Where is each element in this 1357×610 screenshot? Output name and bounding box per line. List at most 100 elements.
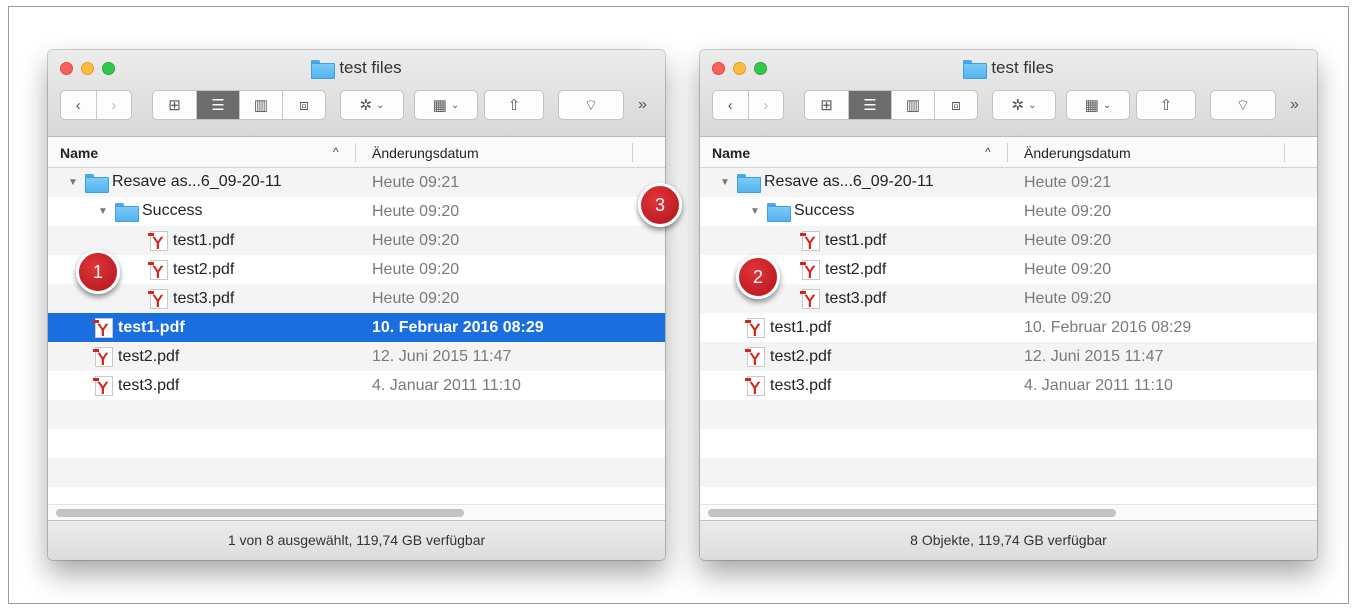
list-item[interactable]: test3.pdf 4. Januar 2011 11:10 xyxy=(700,371,1317,400)
share-button[interactable]: ⇧ xyxy=(1136,90,1196,120)
list-item[interactable]: ▼ Success Heute 09:20 xyxy=(48,197,665,226)
list-item[interactable]: test2.pdf Heute 09:20 xyxy=(700,255,1317,284)
column-header-date[interactable]: Änderungsdatum xyxy=(1024,145,1131,161)
double-chevron-right-icon: » xyxy=(1290,96,1299,113)
list-item[interactable]: test3.pdf 4. Januar 2011 11:10 xyxy=(48,371,665,400)
column-header-name[interactable]: Name xyxy=(60,145,98,161)
cover-flow-button[interactable]: ⧈ xyxy=(935,91,977,119)
list-item-name: test2.pdf xyxy=(128,260,234,280)
folder-icon xyxy=(311,59,336,79)
arrange-button[interactable]: ▦ ⌄ xyxy=(414,90,478,120)
pdf-file-icon xyxy=(148,260,168,280)
pdf-file-icon xyxy=(800,260,820,280)
pdf-file-icon xyxy=(745,376,765,396)
list-item[interactable]: ▼ Success Heute 09:20 xyxy=(700,197,1317,226)
tags-button[interactable]: ⌔ xyxy=(1210,90,1276,120)
title-bar: test files ‹ › ⊞ ☰ ▥ ⧈ ✲ ⌄ ▦ ⌄ ⇧ ⌔ » xyxy=(700,50,1317,137)
column-view-button[interactable]: ▥ xyxy=(240,91,283,119)
list-item-name: ▼ Resave as...6_09-20-11 xyxy=(68,173,282,193)
file-name: test1.pdf xyxy=(825,232,887,249)
list-item[interactable]: test1.pdf 10. Februar 2016 08:29 xyxy=(700,313,1317,342)
list-item-name: test3.pdf xyxy=(68,376,179,396)
icon-view-button[interactable]: ⊞ xyxy=(805,91,849,119)
tags-button[interactable]: ⌔ xyxy=(558,90,624,120)
list-item[interactable]: test2.pdf Heute 09:20 xyxy=(48,255,665,284)
disclosure-triangle-icon[interactable]: ▼ xyxy=(750,206,762,217)
file-list: ▼ Resave as...6_09-20-11 Heute 09:21 ▼ Succe… xyxy=(700,168,1317,504)
column-divider[interactable] xyxy=(1284,143,1285,162)
file-name: test2.pdf xyxy=(825,261,887,278)
list-item[interactable]: ▼ Resave as...6_09-20-11 Heute 09:21 xyxy=(48,168,665,197)
modified-date: Heute 09:20 xyxy=(1024,261,1112,278)
pdf-file-icon xyxy=(800,231,820,251)
column-divider[interactable] xyxy=(355,143,356,162)
chevron-down-icon: ⌄ xyxy=(1028,99,1037,111)
modified-date: Heute 09:20 xyxy=(1024,203,1112,220)
column-view-button[interactable]: ▥ xyxy=(892,91,935,119)
empty-row xyxy=(700,429,1317,458)
modified-date: 4. Januar 2011 11:10 xyxy=(1024,377,1173,394)
pdf-file-icon xyxy=(93,318,113,338)
chevron-left-icon: ‹ xyxy=(727,96,733,114)
modified-date: Heute 09:20 xyxy=(372,203,460,220)
forward-button[interactable]: › xyxy=(749,91,784,119)
share-button[interactable]: ⇧ xyxy=(484,90,544,120)
pdf-file-icon xyxy=(93,376,113,396)
list-item[interactable]: test3.pdf Heute 09:20 xyxy=(48,284,665,313)
list-item[interactable]: test1.pdf 10. Februar 2016 08:29 xyxy=(48,313,665,342)
file-name: test3.pdf xyxy=(825,290,887,307)
column-header-date[interactable]: Änderungsdatum xyxy=(372,145,479,161)
disclosure-triangle-icon[interactable]: ▼ xyxy=(98,206,110,217)
status-bar: 8 Objekte, 119,74 GB verfügbar xyxy=(700,520,1317,560)
disclosure-triangle-icon[interactable]: ▼ xyxy=(720,177,732,188)
column-divider[interactable] xyxy=(632,143,633,162)
list-item-name: test2.pdf xyxy=(780,260,886,280)
scrollbar-thumb[interactable] xyxy=(708,509,1116,517)
list-item-name: test2.pdf xyxy=(68,347,179,367)
gear-icon: ✲ xyxy=(1011,97,1025,114)
tag-icon: ⌔ xyxy=(583,96,599,114)
list-view-button[interactable]: ☰ xyxy=(197,91,240,119)
list-item[interactable]: test3.pdf Heute 09:20 xyxy=(700,284,1317,313)
gear-icon: ✲ xyxy=(359,97,373,114)
disclosure-triangle-icon[interactable]: ▼ xyxy=(68,177,80,188)
column-header-name[interactable]: Name xyxy=(712,145,750,161)
list-item[interactable]: test1.pdf Heute 09:20 xyxy=(700,226,1317,255)
forward-button[interactable]: › xyxy=(97,91,132,119)
list-item[interactable]: test2.pdf 12. Juni 2015 11:47 xyxy=(700,342,1317,371)
list-view-button[interactable]: ☰ xyxy=(849,91,892,119)
toolbar: ‹ › ⊞ ☰ ▥ ⧈ ✲ ⌄ ▦ ⌄ ⇧ ⌔ » xyxy=(60,90,665,122)
back-button[interactable]: ‹ xyxy=(61,91,97,119)
file-name: test2.pdf xyxy=(770,348,832,365)
action-button[interactable]: ✲ ⌄ xyxy=(340,90,404,120)
icon-view-button[interactable]: ⊞ xyxy=(153,91,197,119)
cover-flow-button[interactable]: ⧈ xyxy=(283,91,325,119)
list-item[interactable]: test2.pdf 12. Juni 2015 11:47 xyxy=(48,342,665,371)
horizontal-scrollbar[interactable] xyxy=(48,504,665,520)
arrange-button[interactable]: ▦ ⌄ xyxy=(1066,90,1130,120)
pdf-file-icon xyxy=(745,347,765,367)
chevron-down-icon: ⌄ xyxy=(1102,99,1112,111)
scrollbar-thumb[interactable] xyxy=(56,509,464,517)
horizontal-scrollbar[interactable] xyxy=(700,504,1317,520)
back-button[interactable]: ‹ xyxy=(713,91,749,119)
pdf-file-icon xyxy=(745,318,765,338)
action-button[interactable]: ✲ ⌄ xyxy=(992,90,1056,120)
chevron-down-icon: ⌄ xyxy=(376,99,385,111)
sort-indicator-icon: ^ xyxy=(333,145,339,159)
chevron-right-icon: › xyxy=(763,96,769,114)
toolbar-overflow-button[interactable]: » xyxy=(638,96,647,114)
toolbar-overflow-button[interactable]: » xyxy=(1290,96,1299,114)
window-title: test files xyxy=(48,58,665,79)
column-divider[interactable] xyxy=(1007,143,1008,162)
folder-icon xyxy=(85,173,109,193)
modified-date: Heute 09:20 xyxy=(1024,232,1112,249)
list-item[interactable]: test1.pdf Heute 09:20 xyxy=(48,226,665,255)
annotation-badge-1: 1 xyxy=(76,250,120,294)
columns-icon: ▥ xyxy=(905,97,921,114)
tag-icon: ⌔ xyxy=(1235,96,1251,114)
list-item[interactable]: ▼ Resave as...6_09-20-11 Heute 09:21 xyxy=(700,168,1317,197)
modified-date: Heute 09:20 xyxy=(372,261,460,278)
folder-icon xyxy=(963,59,988,79)
chevron-left-icon: ‹ xyxy=(75,96,81,114)
